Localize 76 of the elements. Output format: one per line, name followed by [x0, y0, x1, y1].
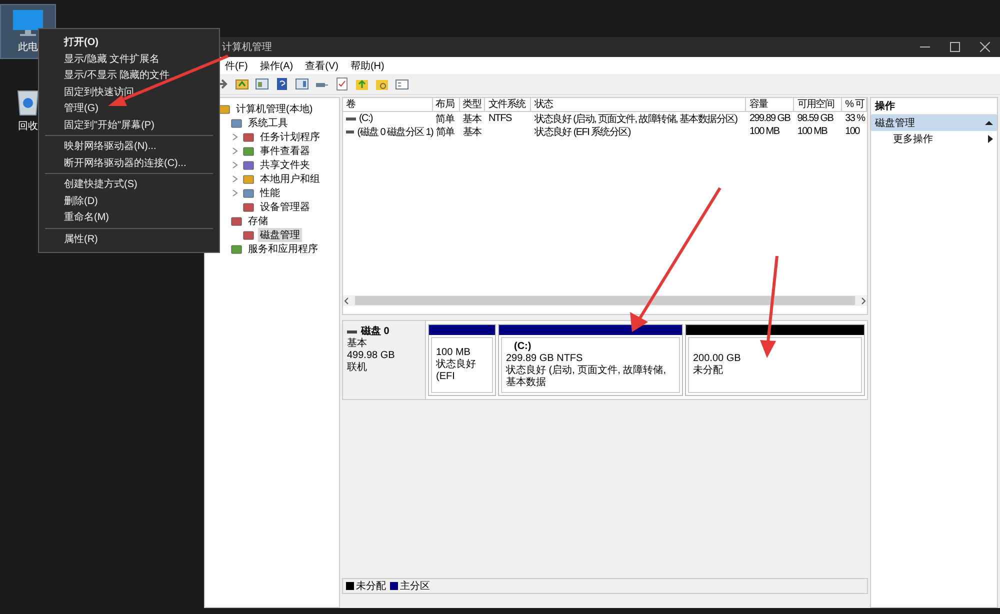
legend-label: 主分区	[400, 580, 430, 593]
window-title: 计算机管理	[222, 40, 273, 54]
table-cell: NTFS	[488, 113, 512, 124]
column-header[interactable]: 类型	[460, 98, 486, 112]
partition-size: 200.00 GB	[693, 353, 742, 364]
chevron-right-icon[interactable]	[231, 189, 239, 197]
column-header[interactable]: 卷	[343, 98, 433, 112]
scroll-right-icon[interactable]	[859, 296, 867, 304]
partition-block[interactable]: 100 MB 状态良好 (EFI	[428, 324, 496, 396]
horizontal-scrollbar[interactable]	[343, 295, 867, 306]
partition-block[interactable]: (C:) 299.89 GB NTFS 状态良好 (启动, 页面文件, 故障转储, 基本数据	[498, 324, 683, 396]
table-cell-text: 简单	[436, 126, 454, 138]
table-cell-text: 基本	[462, 126, 482, 138]
panel-icon[interactable]	[294, 76, 310, 92]
disk-status: 联机	[347, 362, 368, 374]
action-item[interactable]: 更多操作	[871, 131, 997, 147]
node-icon	[243, 202, 254, 212]
table-cell: 100 MB	[797, 126, 827, 137]
table-cell: (C:)	[359, 113, 372, 124]
table-cell-text: 简单	[436, 112, 454, 126]
column-header[interactable]: 状态	[531, 98, 746, 112]
partition-status: 状态良好 (EFI	[436, 359, 477, 383]
table-cell-text: 基本	[462, 112, 481, 126]
partition-status: 未分配	[693, 365, 724, 377]
table-cell: 100	[845, 126, 860, 137]
node-icon	[243, 160, 254, 170]
disk-name: 磁盘 0	[361, 326, 390, 338]
table-cell: 100 MB	[750, 126, 780, 137]
table-cell-text: 状态良好 (EFI 系统分区)	[534, 126, 630, 138]
column-header[interactable]: % 可	[842, 98, 868, 112]
maximize-icon[interactable]	[950, 42, 960, 52]
table-cell-text: 状态良好 (启动, 页面文件, 故障转储, 基本数据分区)	[534, 112, 738, 126]
volume-icon	[346, 130, 354, 134]
node-icon	[243, 188, 254, 198]
checklist-icon[interactable]	[334, 76, 350, 92]
node-icon	[231, 244, 242, 254]
menu-item[interactable]: 查看(V)	[300, 58, 344, 72]
close-icon[interactable]	[980, 42, 990, 52]
partition-size: 100 MB	[436, 347, 472, 358]
help-icon[interactable]	[274, 76, 290, 92]
menu-item[interactable]: 显示/不显示 隐藏的文件	[45, 67, 213, 84]
partition-size: 299.89 GB NTFS	[506, 353, 584, 364]
column-header[interactable]: 文件系统	[485, 98, 532, 112]
chevron-right-icon[interactable]	[231, 147, 239, 155]
caret-up-icon	[985, 120, 993, 126]
partition-status: 状态良好 (启动, 页面文件, 故障转储, 基本数据	[506, 365, 667, 389]
monitor-icon	[12, 9, 44, 37]
table-cell-text: (磁盘 0 磁盘分区 1)	[357, 126, 433, 138]
disk-size: 499.98 GB	[347, 350, 396, 362]
table-cell: 33 %	[845, 113, 865, 124]
menu-item[interactable]: 属性(R)	[45, 230, 213, 247]
menu-item[interactable]: 帮助(H)	[345, 58, 390, 72]
chevron-right-icon[interactable]	[231, 161, 239, 169]
menu-item[interactable]: 件(F)	[220, 58, 253, 72]
column-header[interactable]: 容量	[746, 98, 794, 112]
chevron-right-icon[interactable]	[231, 133, 239, 141]
panel-icon[interactable]	[254, 76, 270, 92]
disk-type: 基本	[347, 338, 368, 350]
column-header[interactable]: 布局	[432, 98, 460, 112]
actions-section[interactable]: 磁盘管理	[871, 115, 997, 131]
node-icon	[243, 146, 254, 156]
table-cell: 98.59 GB	[797, 113, 834, 124]
chevron-right-icon[interactable]	[231, 175, 239, 183]
caret-right-icon	[988, 135, 993, 143]
scroll-left-icon[interactable]	[343, 296, 351, 304]
partition-label: (C:)	[513, 341, 532, 353]
partition-block[interactable]: 200.00 GB 未分配	[685, 324, 865, 396]
table-cell: 299.89 GB	[749, 113, 790, 124]
node-icon	[243, 230, 254, 240]
menu-item[interactable]: 操作(A)	[254, 58, 298, 72]
column-header[interactable]: 可用空间	[794, 98, 842, 112]
node-icon	[243, 132, 254, 142]
node-icon	[243, 174, 254, 184]
legend-label: 未分配	[356, 580, 386, 593]
node-icon	[231, 216, 242, 226]
node-icon	[231, 118, 242, 128]
